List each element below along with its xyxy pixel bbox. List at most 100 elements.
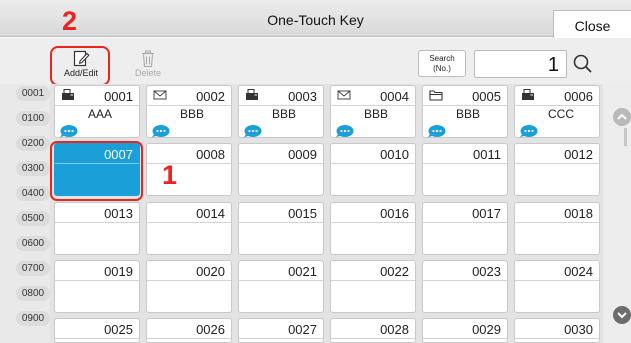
trash-icon (142, 50, 154, 68)
key-divider (423, 222, 507, 223)
key-divider (515, 105, 599, 106)
index-button-0100[interactable]: 0100 (16, 111, 50, 126)
one-touch-key-0020[interactable]: 0020 (146, 260, 232, 313)
key-number: 0030 (564, 322, 593, 337)
one-touch-key-0030[interactable]: 0030 (514, 318, 600, 343)
index-button-0001[interactable]: 0001 (16, 86, 50, 101)
one-touch-key-0015[interactable]: 0015 (238, 202, 324, 255)
key-divider (147, 338, 231, 339)
one-touch-key-0024[interactable]: 0024 (514, 260, 600, 313)
index-button-0700[interactable]: 0700 (16, 261, 50, 276)
key-divider (515, 338, 599, 339)
email-icon (337, 90, 351, 100)
one-touch-key-0003[interactable]: 0003 BBB (238, 85, 324, 138)
index-button-0200[interactable]: 0200 (16, 136, 50, 151)
scroll-thumb[interactable] (624, 128, 627, 146)
one-touch-key-0014[interactable]: 0014 (146, 202, 232, 255)
delete-label: Delete (134, 68, 161, 78)
one-touch-key-0018[interactable]: 0018 (514, 202, 600, 255)
one-touch-key-0012[interactable]: 0012 (514, 143, 600, 196)
key-divider (55, 222, 139, 223)
index-button-0500[interactable]: 0500 (16, 211, 50, 226)
one-touch-key-0019[interactable]: 0019 (54, 260, 140, 313)
key-destination-name: BBB (180, 107, 205, 121)
search-icon[interactable] (570, 51, 596, 77)
key-divider (147, 222, 231, 223)
key-destination-name: CCC (548, 107, 574, 121)
one-touch-key-0016[interactable]: 0016 (330, 202, 416, 255)
highlight-selected-key (50, 141, 143, 201)
key-number: 0023 (472, 264, 501, 279)
index-button-0400[interactable]: 0400 (16, 186, 50, 201)
one-touch-key-0002[interactable]: 0002 BBB (146, 85, 232, 138)
key-divider (331, 222, 415, 223)
search-number-field[interactable]: 1 (474, 50, 567, 78)
page-title: One-Touch Key (267, 12, 364, 28)
one-touch-key-0025[interactable]: 0025 (54, 318, 140, 343)
key-divider (239, 280, 323, 281)
close-button[interactable]: Close (553, 10, 631, 41)
speech-bubble-icon (152, 125, 170, 138)
delete-button[interactable]: Delete (117, 48, 179, 83)
scroll-up-button[interactable] (613, 108, 631, 126)
speech-bubble-icon (520, 125, 538, 138)
index-button-0300[interactable]: 0300 (16, 161, 50, 176)
one-touch-key-0006[interactable]: 0006 CCC (514, 85, 600, 138)
key-divider (423, 338, 507, 339)
key-number: 0018 (564, 206, 593, 221)
key-divider (147, 163, 231, 164)
one-touch-key-0008[interactable]: 0008 (146, 143, 232, 196)
key-divider (331, 105, 415, 106)
one-touch-key-0013[interactable]: 0013 (54, 202, 140, 255)
one-touch-key-0022[interactable]: 0022 (330, 260, 416, 313)
one-touch-key-0005[interactable]: 0005 BBB (422, 85, 508, 138)
key-number: 0003 (288, 89, 317, 104)
key-divider (331, 163, 415, 164)
one-touch-key-0001[interactable]: 0001 AAA (54, 85, 140, 138)
key-divider (331, 280, 415, 281)
key-divider (55, 280, 139, 281)
key-destination-name: BBB (456, 107, 481, 121)
one-touch-key-0029[interactable]: 0029 (422, 318, 508, 343)
key-divider (55, 105, 139, 106)
key-divider (423, 105, 507, 106)
fax-icon (522, 89, 534, 100)
index-button-0900[interactable]: 0900 (16, 311, 50, 326)
email-icon (153, 90, 167, 100)
key-number: 0024 (564, 264, 593, 279)
one-touch-key-0017[interactable]: 0017 (422, 202, 508, 255)
one-touch-key-0021[interactable]: 0021 (238, 260, 324, 313)
chevron-up-icon (617, 113, 627, 120)
key-number: 0027 (288, 322, 317, 337)
chevron-down-icon (617, 312, 627, 319)
key-destination-name: BBB (364, 107, 389, 121)
key-destination-name: AAA (88, 107, 113, 121)
key-number: 0010 (380, 147, 409, 162)
callout-step-2: 2 (62, 6, 78, 36)
one-touch-key-0011[interactable]: 0011 (422, 143, 508, 196)
key-number: 0028 (380, 322, 409, 337)
one-touch-key-0026[interactable]: 0026 (146, 318, 232, 343)
key-number: 0022 (380, 264, 409, 279)
key-number: 0009 (288, 147, 317, 162)
key-number: 0026 (196, 322, 225, 337)
speech-bubble-icon (244, 125, 262, 138)
search-number-button[interactable]: Search (No.) (418, 50, 466, 77)
key-number: 0006 (564, 89, 593, 104)
key-divider (515, 280, 599, 281)
scroll-down-button[interactable] (613, 306, 631, 324)
one-touch-key-0009[interactable]: 0009 (238, 143, 324, 196)
search-button-line2: (No.) (433, 64, 451, 73)
one-touch-key-0004[interactable]: 0004 BBB (330, 85, 416, 138)
one-touch-key-0027[interactable]: 0027 (238, 318, 324, 343)
speech-bubble-icon (60, 125, 78, 138)
one-touch-key-0010[interactable]: 0010 (330, 143, 416, 196)
one-touch-key-0023[interactable]: 0023 (422, 260, 508, 313)
index-button-0600[interactable]: 0600 (16, 236, 50, 251)
key-divider (423, 163, 507, 164)
one-touch-key-0028[interactable]: 0028 (330, 318, 416, 343)
fax-icon (62, 89, 74, 100)
key-number: 0015 (288, 206, 317, 221)
fax-icon (246, 89, 258, 100)
index-button-0800[interactable]: 0800 (16, 286, 50, 301)
